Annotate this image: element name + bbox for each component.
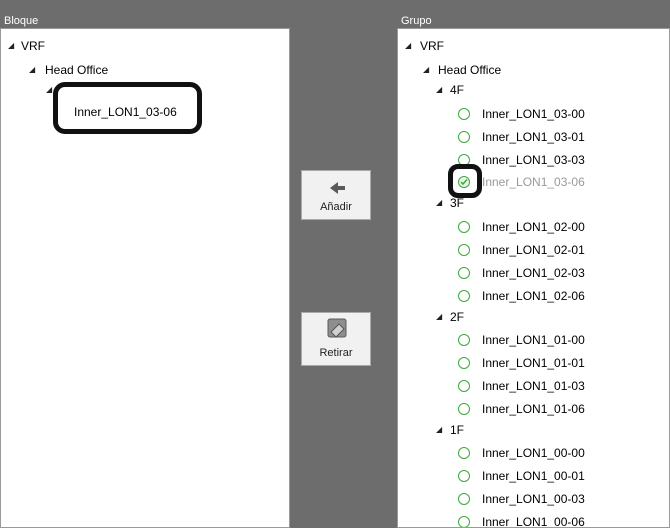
collapse-triangle-icon[interactable]: ◢: [436, 193, 442, 213]
tree-node-label: Inner_LON1_03-00: [482, 107, 585, 121]
add-button[interactable]: Añadir: [301, 170, 371, 220]
bloque-header: Bloque: [0, 0, 290, 28]
tree-node-label: Inner_LON1_03-01: [482, 130, 585, 144]
tree-node-label: Inner_LON1_01-01: [482, 356, 585, 370]
remove-button-label: Retirar: [319, 347, 353, 359]
collapse-triangle-icon[interactable]: ◢: [436, 307, 442, 327]
grupo-tree-panel[interactable]: ◢ VRF ◢ Head Office ◢ 4F Inner_LON1_03-0…: [397, 28, 670, 528]
tree-node-label: Inner_LON1_01-06: [482, 402, 585, 416]
eraser-icon: [302, 317, 370, 339]
remove-button[interactable]: Retirar: [301, 312, 371, 366]
radio-icon[interactable]: [458, 403, 470, 415]
collapse-triangle-icon[interactable]: ◢: [46, 80, 52, 100]
tree-node-label: Inner_LON1_01-00: [482, 333, 585, 347]
collapse-triangle-icon[interactable]: ◢: [423, 60, 429, 80]
tree-node-label: Inner_LON1_02-06: [482, 289, 585, 303]
highlight-callout: [53, 82, 202, 134]
arrow-left-icon: [302, 177, 370, 199]
radio-icon[interactable]: [458, 290, 470, 302]
radio-icon[interactable]: [458, 516, 470, 527]
radio-icon[interactable]: [458, 244, 470, 256]
tree-node-label: 4F: [450, 83, 465, 97]
tree-node-label: VRF: [21, 39, 45, 53]
radio-icon[interactable]: [458, 108, 470, 120]
radio-icon[interactable]: [458, 334, 470, 346]
tree-node-label: Inner_LON1_00-00: [482, 446, 585, 460]
collapse-triangle-icon[interactable]: ◢: [8, 36, 14, 56]
radio-icon[interactable]: [458, 221, 470, 233]
tree-node-label: Inner_LON1_01-03: [482, 379, 585, 393]
collapse-triangle-icon[interactable]: ◢: [29, 60, 35, 80]
collapse-triangle-icon[interactable]: ◢: [436, 420, 442, 440]
tree-node-label: 2F: [450, 310, 465, 324]
tree-node-label: Head Office: [438, 63, 502, 77]
tree-node-label: Inner_LON1_02-01: [482, 243, 585, 257]
tree-node-label: VRF: [420, 39, 444, 53]
collapse-triangle-icon[interactable]: ◢: [436, 80, 442, 100]
collapse-triangle-icon[interactable]: ◢: [405, 36, 411, 56]
tree-node-label: Inner_LON1_03-03: [482, 153, 585, 167]
grupo-header: Grupo: [397, 0, 670, 28]
radio-icon[interactable]: [458, 380, 470, 392]
radio-icon[interactable]: [458, 493, 470, 505]
radio-icon[interactable]: [458, 357, 470, 369]
highlight-callout: [448, 164, 482, 198]
tree-node-label: Inner_LON1_00-03: [482, 492, 585, 506]
radio-icon[interactable]: [458, 267, 470, 279]
tree-node-label: 1F: [450, 423, 465, 437]
radio-icon[interactable]: [458, 447, 470, 459]
radio-icon[interactable]: [458, 131, 470, 143]
tree-node-label: Inner_LON1_03-06: [482, 175, 585, 189]
tree-node-label: Head Office: [45, 63, 109, 77]
tree-node-label: Inner_LON1_00-06: [482, 515, 585, 528]
tree-node-label: Inner_LON1_02-03: [482, 266, 585, 280]
tree-node-label: Inner_LON1_02-00: [482, 220, 585, 234]
add-button-label: Añadir: [320, 201, 352, 213]
tree-node-label: Inner_LON1_00-01: [482, 469, 585, 483]
radio-icon[interactable]: [458, 470, 470, 482]
